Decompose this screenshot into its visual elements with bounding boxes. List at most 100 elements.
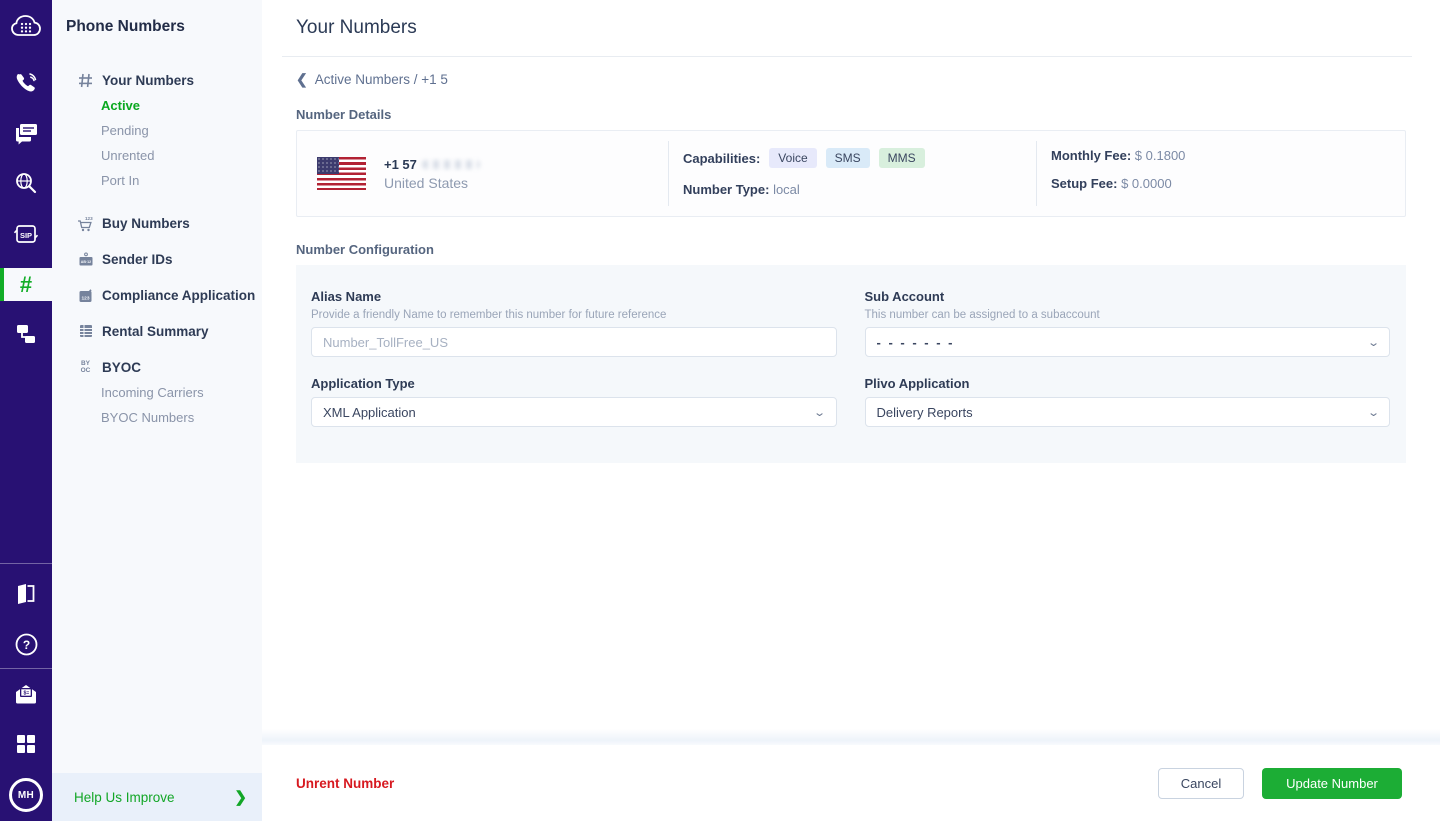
- number-configuration-panel: Alias Name Provide a friendly Name to re…: [296, 265, 1406, 463]
- capability-badge-mms: MMS: [879, 148, 925, 168]
- number-configuration-heading: Number Configuration: [296, 242, 434, 257]
- svg-text:$=: $=: [24, 690, 30, 696]
- sidebar-item-label: Compliance Application: [102, 288, 255, 303]
- alias-name-label: Alias Name: [311, 289, 837, 304]
- setup-fee-value: $ 0.0000: [1121, 176, 1172, 191]
- checklist-icon: 123: [77, 287, 94, 304]
- capabilities-label: Capabilities:: [683, 151, 760, 166]
- help-us-improve-button[interactable]: Help Us Improve ❯: [52, 773, 262, 821]
- sidebar-item-buy-numbers[interactable]: 123 Buy Numbers: [52, 211, 262, 235]
- sub-account-hint: This number can be assigned to a subacco…: [865, 309, 1391, 321]
- sidebar-item-byoc-numbers[interactable]: BYOC Numbers: [52, 405, 262, 429]
- alias-name-hint: Provide a friendly Name to remember this…: [311, 309, 837, 321]
- svg-text:SIP: SIP: [20, 231, 32, 240]
- help-us-improve-label: Help Us Improve: [74, 790, 175, 805]
- sidebar-item-port-in[interactable]: Port In: [52, 168, 262, 192]
- sub-account-select[interactable]: - - - - - - - ⌄: [865, 327, 1391, 357]
- monthly-fee-value: $ 0.1800: [1135, 148, 1186, 163]
- svg-text:123: 123: [81, 295, 89, 301]
- chevron-down-icon: ⌄: [1367, 336, 1380, 349]
- app-window: SIP # ? $= MH Phone Numbers Your Numbers: [0, 0, 1440, 821]
- plivo-application-select[interactable]: Delivery Reports ⌄: [865, 397, 1391, 427]
- plivo-application-label: Plivo Application: [865, 376, 1391, 391]
- fees-section: Monthly Fee: $ 0.1800 Setup Fee: $ 0.000…: [1037, 131, 1405, 216]
- cart-icon: 123: [77, 215, 94, 232]
- sidebar-item-pending[interactable]: Pending: [52, 118, 262, 142]
- voice-icon[interactable]: [0, 67, 52, 101]
- country-label: United States: [384, 175, 480, 191]
- sidebar-title: Phone Numbers: [66, 18, 185, 36]
- cancel-button[interactable]: Cancel: [1158, 768, 1244, 799]
- capabilities-section: Capabilities: Voice SMS MMS Number Type:…: [669, 131, 1036, 216]
- redacted-digits: [422, 160, 480, 169]
- sidebar-item-label: BYOC: [102, 360, 141, 375]
- user-avatar[interactable]: MH: [9, 778, 43, 812]
- rail-divider: [0, 668, 52, 669]
- number-identity: +1 57 United States: [297, 131, 668, 216]
- svg-text:?: ?: [22, 638, 29, 652]
- rail-divider: [0, 563, 52, 564]
- title-divider: [282, 56, 1412, 57]
- main-content: Your Numbers ❮ Active Numbers / +1 5 Num…: [262, 0, 1440, 821]
- messaging-icon[interactable]: [0, 116, 52, 150]
- us-flag-icon: [317, 157, 366, 190]
- action-footer: Unrent Number Cancel Update Number: [262, 745, 1440, 821]
- number-type-label: Number Type:: [683, 182, 769, 197]
- sidebar-item-byoc[interactable]: BYOC BYOC: [52, 355, 262, 379]
- icon-rail: SIP # ? $= MH: [0, 0, 52, 821]
- help-icon[interactable]: ?: [0, 627, 52, 661]
- svg-text:123: 123: [85, 216, 93, 221]
- billing-icon[interactable]: $=: [0, 677, 52, 711]
- sub-account-label: Sub Account: [865, 289, 1391, 304]
- sidebar-item-rental-summary[interactable]: Rental Summary: [52, 319, 262, 343]
- hash-glyph: #: [20, 274, 32, 296]
- apps-icon[interactable]: [0, 727, 52, 761]
- breadcrumb-label: Active Numbers / +1 5: [315, 72, 448, 87]
- sidebar-item-incoming-carriers[interactable]: Incoming Carriers: [52, 380, 262, 404]
- sidebar-item-label: Your Numbers: [102, 73, 194, 88]
- sidebar-item-label: Buy Numbers: [102, 216, 190, 231]
- chevron-down-icon: ⌄: [813, 406, 826, 419]
- unrent-number-button[interactable]: Unrent Number: [296, 776, 394, 791]
- update-number-button[interactable]: Update Number: [1262, 768, 1402, 799]
- content-bottom-fade: [262, 729, 1440, 745]
- sidebar-item-compliance-application[interactable]: 123 Compliance Application: [52, 283, 262, 307]
- number-details-card: +1 57 United States Capabilities: Voice …: [296, 130, 1406, 217]
- hash-icon: [77, 72, 94, 89]
- chevron-down-icon: ⌄: [1367, 406, 1380, 419]
- sidebar-item-your-numbers[interactable]: Your Numbers: [52, 68, 262, 92]
- docs-icon[interactable]: [0, 577, 52, 611]
- sidebar: Phone Numbers Your Numbers Active Pendin…: [52, 0, 262, 821]
- application-type-value: XML Application: [323, 405, 416, 420]
- application-type-label: Application Type: [311, 376, 837, 391]
- number-details-heading: Number Details: [296, 107, 391, 122]
- alias-name-input[interactable]: [311, 327, 837, 357]
- phone-numbers-icon[interactable]: #: [0, 268, 52, 301]
- number-type-value: local: [773, 182, 800, 197]
- svg-text:AB·12: AB·12: [80, 260, 90, 264]
- sidebar-nav: Your Numbers Active Pending Unrented Por…: [52, 68, 262, 429]
- sidebar-item-active[interactable]: Active: [52, 93, 262, 117]
- sidebar-item-unrented[interactable]: Unrented: [52, 143, 262, 167]
- monthly-fee-label: Monthly Fee:: [1051, 148, 1131, 163]
- application-type-select[interactable]: XML Application ⌄: [311, 397, 837, 427]
- id-badge-icon: AB·12: [77, 251, 94, 268]
- sidebar-item-label: Sender IDs: [102, 252, 173, 267]
- sub-account-value: - - - - - - -: [877, 335, 955, 350]
- sidebar-item-sender-ids[interactable]: AB·12 Sender IDs: [52, 247, 262, 271]
- flow-icon[interactable]: [0, 317, 52, 351]
- chevron-right-icon: ❯: [234, 788, 247, 806]
- chevron-left-icon: ❮: [296, 71, 308, 88]
- table-icon: [77, 323, 94, 340]
- phone-number: +1 57: [384, 157, 480, 172]
- page-title: Your Numbers: [296, 17, 417, 39]
- breadcrumb[interactable]: ❮ Active Numbers / +1 5: [296, 71, 448, 88]
- capability-badge-voice: Voice: [769, 148, 816, 168]
- sidebar-item-label: Rental Summary: [102, 324, 209, 339]
- sip-trunking-icon[interactable]: SIP: [0, 217, 52, 251]
- setup-fee-label: Setup Fee:: [1051, 176, 1117, 191]
- plivo-logo-icon[interactable]: [0, 9, 52, 43]
- capability-badge-sms: SMS: [826, 148, 870, 168]
- lookup-icon[interactable]: [0, 166, 52, 200]
- byoc-icon: BYOC: [77, 359, 94, 376]
